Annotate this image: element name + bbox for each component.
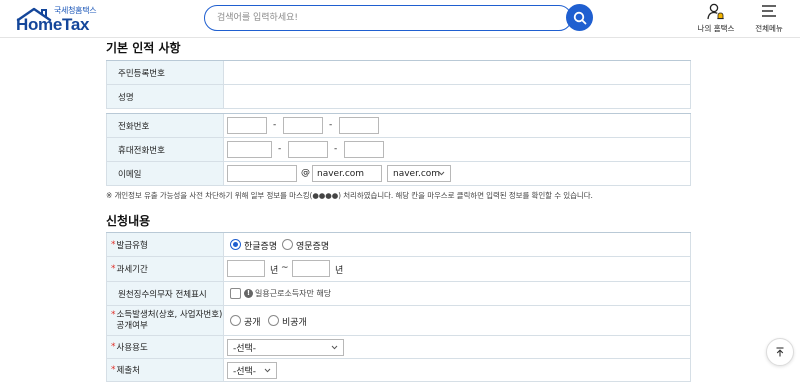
submit-to-select-value: -선택- — [233, 367, 257, 377]
email-domain-select[interactable]: naver.com — [387, 165, 451, 182]
mobile-field-3[interactable] — [344, 141, 384, 158]
phone-dash-2: - — [329, 120, 333, 130]
hamburger-menu-icon — [762, 5, 776, 17]
tax-period-start-unit: 년 — [270, 266, 279, 276]
phone-field-1[interactable] — [227, 117, 267, 134]
phone-dash-1: - — [273, 120, 277, 130]
disclosure-private-radio[interactable] — [268, 315, 279, 326]
withholding-hint: 일용근로소득자만 해당 — [255, 289, 332, 298]
search-button[interactable] — [566, 4, 593, 31]
disclosure-label-line1: 소득발생처(상호, 사업자번호) — [116, 309, 223, 320]
required-mark: * — [111, 264, 116, 274]
email-at-sign: @ — [301, 168, 310, 178]
mobile-row: 휴대전화번호 - - — [106, 138, 691, 162]
disclosure-row: * 소득발생처(상호, 사업자번호) 공개여부 공개 비공개 — [106, 306, 691, 336]
tax-period-tilde: ~ — [281, 263, 289, 273]
purpose-label: 사용용도 — [116, 343, 148, 353]
required-mark: * — [111, 342, 116, 352]
submit-to-select[interactable]: -선택- — [227, 362, 277, 379]
basic-info-table-1: 주민등록번호 성명 — [106, 60, 691, 109]
application-title: 신청내용 — [106, 214, 151, 228]
purpose-header: * 사용용도 — [107, 336, 224, 358]
issue-type-header: * 발급유형 — [107, 233, 224, 256]
purpose-select-value: -선택- — [233, 344, 257, 354]
application-table: * 발급유형 한글증명 영문증명 * 과세기간 년 ~ 년 원천징수의무자 전체… — [106, 232, 691, 382]
withholding-row: 원천징수의무자 전체표시 ! 일용근로소득자만 해당 — [106, 282, 691, 306]
email-domain-field[interactable] — [312, 165, 382, 182]
rrn-value[interactable] — [224, 61, 691, 84]
tax-period-row: * 과세기간 년 ~ 년 — [106, 257, 691, 282]
submit-to-row: * 제출처 -선택- — [106, 359, 691, 382]
name-value[interactable] — [224, 85, 691, 108]
withholding-checkbox[interactable] — [230, 288, 241, 299]
email-label: 이메일 — [107, 162, 224, 185]
issue-type-row: * 발급유형 한글증명 영문증명 — [106, 233, 691, 257]
scroll-top-button[interactable] — [766, 338, 794, 366]
tax-period-end-year[interactable] — [292, 260, 330, 277]
phone-row: 전화번호 - - — [106, 114, 691, 138]
submit-to-header: * 제출처 — [107, 359, 224, 381]
rrn-row: 주민등록번호 — [106, 61, 691, 85]
chevron-down-icon — [438, 171, 445, 176]
my-hometax-button[interactable]: 나의 홈택스 — [691, 3, 741, 35]
all-menu-label: 전체메뉴 — [755, 24, 783, 33]
required-mark: * — [111, 310, 116, 320]
search-icon — [573, 11, 586, 24]
mobile-field-2[interactable] — [288, 141, 328, 158]
purpose-select[interactable]: -선택- — [227, 339, 344, 356]
my-hometax-label: 나의 홈택스 — [697, 24, 735, 33]
phone-field-3[interactable] — [339, 117, 379, 134]
scroll-top-icon — [776, 347, 784, 357]
tax-period-start-year[interactable] — [227, 260, 265, 277]
disclosure-private-label[interactable]: 비공개 — [282, 315, 307, 328]
header: 국세청홈택스 HomeTax 나의 홈택스 전체메뉴 — [0, 0, 800, 38]
search-box — [204, 5, 572, 31]
user-bell-icon — [707, 3, 724, 20]
chevron-down-icon — [264, 368, 271, 373]
disclosure-label-line2: 공개여부 — [116, 320, 148, 331]
chevron-down-icon — [331, 345, 338, 350]
phone-label: 전화번호 — [107, 114, 224, 137]
rrn-label: 주민등록번호 — [107, 61, 224, 84]
tax-period-end-unit: 년 — [335, 266, 344, 276]
email-row: 이메일 @ naver.com — [106, 162, 691, 186]
withholding-label: 원천징수의무자 전체표시 — [107, 282, 224, 305]
issue-type-korean-radio[interactable] — [230, 239, 241, 250]
email-id-field[interactable] — [227, 165, 297, 182]
hometax-logo[interactable]: 국세청홈택스 HomeTax — [14, 5, 98, 35]
issue-type-label: 발급유형 — [116, 240, 148, 251]
search-input[interactable] — [217, 10, 557, 26]
disclosure-public-label[interactable]: 공개 — [244, 315, 261, 328]
logo-wordmark: HomeTax — [16, 15, 90, 34]
all-menu-button[interactable]: 전체메뉴 — [744, 3, 794, 35]
issue-type-english-label[interactable]: 영문증명 — [296, 239, 329, 252]
disclosure-label-wrap: 소득발생처(상호, 사업자번호) 공개여부 — [117, 310, 223, 332]
disclosure-public-radio[interactable] — [230, 315, 241, 326]
purpose-row: * 사용용도 -선택- — [106, 336, 691, 359]
tax-period-label: 과세기간 — [116, 265, 148, 275]
required-mark: * — [111, 239, 116, 250]
name-row: 성명 — [106, 85, 691, 109]
issue-type-english-radio[interactable] — [282, 239, 293, 250]
mobile-dash-1: - — [278, 144, 282, 154]
basic-info-title: 기본 인적 사항 — [106, 41, 181, 55]
tax-period-header: * 과세기간 — [107, 257, 224, 281]
basic-info-table-2: 전화번호 - - 휴대전화번호 - - 이메일 @ naver.com — [106, 113, 691, 186]
issue-type-korean-label[interactable]: 한글증명 — [244, 239, 277, 252]
required-mark: * — [111, 365, 116, 375]
mobile-field-1[interactable] — [227, 141, 272, 158]
email-domain-select-value: naver.com — [393, 168, 441, 179]
info-icon: ! — [244, 289, 253, 298]
submit-to-label: 제출처 — [116, 366, 140, 376]
privacy-masking-note: ※ 개인정보 유출 가능성을 사전 차단하기 위해 일부 정보를 마스킹(●●●… — [106, 191, 593, 200]
mobile-dash-2: - — [334, 144, 338, 154]
mobile-label: 휴대전화번호 — [107, 138, 224, 161]
name-label: 성명 — [107, 85, 224, 108]
disclosure-header: * 소득발생처(상호, 사업자번호) 공개여부 — [107, 306, 224, 335]
phone-field-2[interactable] — [283, 117, 323, 134]
